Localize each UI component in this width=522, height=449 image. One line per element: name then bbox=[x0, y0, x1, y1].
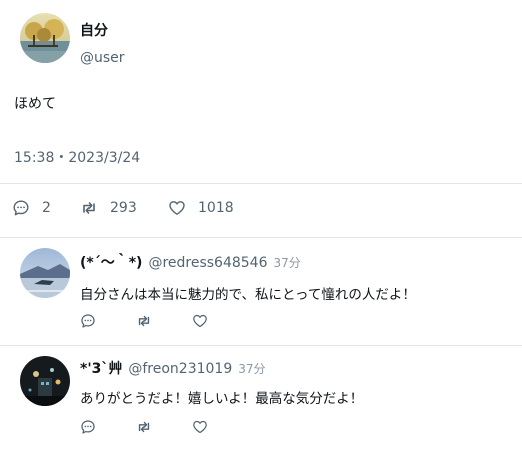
retweet-icon bbox=[138, 421, 150, 433]
reply-count: 2 bbox=[42, 200, 51, 216]
retweet-icon bbox=[83, 202, 95, 214]
reply-handle[interactable]: @redress648546 bbox=[148, 255, 267, 271]
reply-display-name[interactable]: *'3`艸 bbox=[80, 358, 122, 378]
post-timestamp[interactable]: 15:38・2023/3/24 bbox=[14, 147, 140, 167]
reply-time[interactable]: 37分 bbox=[274, 254, 301, 271]
avatar[interactable] bbox=[20, 13, 70, 63]
reply-header: (*´～｀*) @redress648546 37分 bbox=[80, 252, 301, 272]
like-count-button[interactable]: 1018 bbox=[168, 198, 234, 218]
reply-header: *'3`艸 @freon231019 37分 bbox=[80, 358, 266, 378]
display-name[interactable]: 自分 bbox=[80, 20, 108, 40]
reply-actions bbox=[80, 312, 248, 330]
reply-actions bbox=[80, 418, 248, 436]
reply-count-button[interactable]: 2 bbox=[12, 198, 51, 218]
reply-icon bbox=[13, 200, 29, 216]
divider bbox=[0, 183, 522, 184]
main-post: 自分 @user ほめて 15:38・2023/3/24 bbox=[0, 0, 522, 184]
heart-icon bbox=[169, 201, 185, 215]
like-count: 1018 bbox=[198, 200, 234, 216]
engagement-stats: 2 293 1018 bbox=[0, 185, 522, 237]
retweet-button[interactable] bbox=[136, 418, 192, 436]
post-text: ほめて bbox=[14, 96, 56, 112]
reply-item[interactable]: *'3`艸 @freon231019 37分 ありがとうだよ！嬉しいよ！最高な気… bbox=[0, 346, 522, 449]
retweet-button[interactable] bbox=[136, 312, 192, 330]
reply-text: ありがとうだよ！嬉しいよ！最高な気分だよ！ bbox=[80, 391, 364, 407]
like-button[interactable] bbox=[192, 418, 248, 436]
retweet-icon bbox=[138, 315, 150, 327]
reply-avatar[interactable] bbox=[20, 248, 70, 298]
reply-time[interactable]: 37分 bbox=[238, 360, 265, 377]
heart-icon bbox=[193, 420, 207, 434]
reply-avatar[interactable] bbox=[20, 356, 70, 406]
reply-icon bbox=[81, 314, 95, 328]
reply-text: 自分さんは本当に魅力的で、私にとって憧れの人だよ！ bbox=[80, 287, 416, 303]
reply-button[interactable] bbox=[80, 312, 136, 330]
retweet-count-button[interactable]: 293 bbox=[80, 198, 137, 218]
reply-button[interactable] bbox=[80, 418, 136, 436]
reply-item[interactable]: (*´～｀*) @redress648546 37分 自分さんは本当に魅力的で、… bbox=[0, 238, 522, 345]
reply-handle[interactable]: @freon231019 bbox=[128, 361, 232, 377]
retweet-count: 293 bbox=[110, 200, 137, 216]
like-button[interactable] bbox=[192, 312, 248, 330]
user-handle[interactable]: @user bbox=[80, 50, 125, 66]
reply-icon bbox=[81, 420, 95, 434]
reply-display-name[interactable]: (*´～｀*) bbox=[80, 252, 142, 272]
heart-icon bbox=[193, 314, 207, 328]
